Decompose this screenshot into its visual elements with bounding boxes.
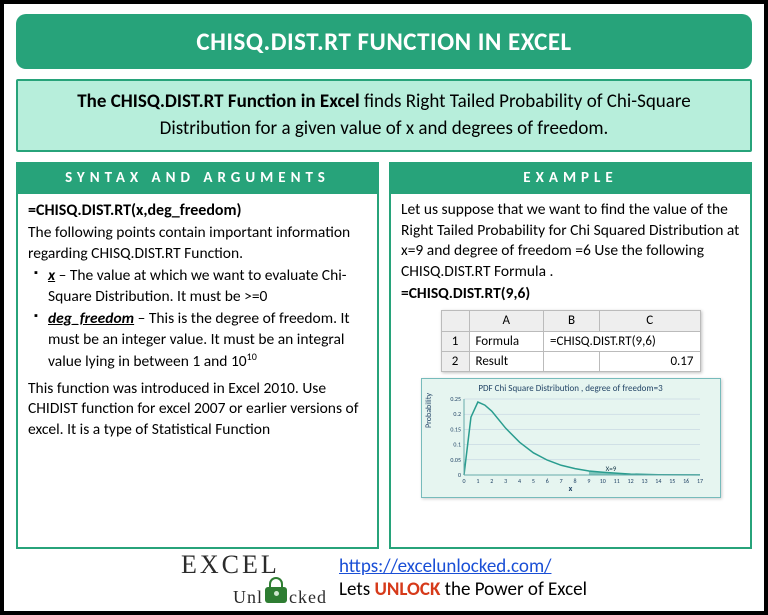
syntax-note: This function was introduced in Excel 20… — [28, 379, 367, 440]
exponent: 10 — [247, 350, 257, 363]
svg-text:0.2: 0.2 — [453, 410, 461, 418]
example-column: EXAMPLE Let us suppose that we want to f… — [389, 162, 752, 549]
cell-b2 — [544, 351, 600, 371]
pdf-chart: PDF Chi Square Distribution , degree of … — [421, 378, 721, 498]
example-header: EXAMPLE — [389, 162, 752, 194]
svg-text:14: 14 — [655, 477, 661, 485]
example-body: Let us suppose that we want to find the … — [389, 194, 752, 549]
footer: EXCEL Unl cked https://excelunlocked.com/… — [16, 553, 752, 605]
row-2-header: 2 — [441, 351, 469, 371]
tagline-pre: Lets — [339, 578, 374, 601]
svg-text:3: 3 — [504, 477, 507, 485]
brand-logo: EXCEL Unl cked — [181, 553, 327, 605]
logo-text-2a: Unl — [233, 587, 263, 607]
col-b-header: B — [544, 311, 600, 331]
svg-text:0: 0 — [462, 477, 465, 485]
chart-svg: 00.050.10.150.20.25012345678910111213141… — [436, 397, 706, 489]
tagline-post: the Power of Excel — [440, 578, 587, 601]
cell-c2: 0.17 — [599, 351, 700, 371]
row-1-header: 1 — [441, 331, 469, 351]
svg-text:4: 4 — [518, 477, 521, 485]
chart-title: PDF Chi Square Distribution , degree of … — [428, 383, 714, 395]
syntax-column: SYNTAX AND ARGUMENTS =CHISQ.DIST.RT(x,de… — [16, 162, 379, 549]
svg-text:13: 13 — [641, 477, 647, 485]
svg-text:7: 7 — [559, 477, 562, 485]
svg-text:0.1: 0.1 — [453, 440, 461, 448]
logo-line2: Unl cked — [233, 577, 327, 605]
chart-ylabel: Probability — [424, 393, 435, 428]
content-columns: SYNTAX AND ARGUMENTS =CHISQ.DIST.RT(x,de… — [16, 162, 752, 549]
svg-text:0.05: 0.05 — [450, 456, 461, 464]
footer-text: https://excelunlocked.com/ Lets UNLOCK t… — [339, 556, 587, 602]
svg-text:16: 16 — [683, 477, 689, 485]
example-description: Let us suppose that we want to find the … — [401, 200, 740, 282]
svg-text:0.25: 0.25 — [450, 397, 461, 403]
svg-text:17: 17 — [696, 477, 702, 485]
svg-text:X=9: X=9 — [605, 464, 616, 473]
cell-b1: =CHISQ.DIST.RT(9,6) — [544, 331, 700, 351]
svg-text:6: 6 — [545, 477, 548, 485]
tagline-unlock: UNLOCK — [374, 578, 440, 601]
svg-text:10: 10 — [599, 477, 605, 485]
svg-text:8: 8 — [573, 477, 576, 485]
col-c-header: C — [599, 311, 700, 331]
svg-text:0.15: 0.15 — [450, 425, 461, 433]
col-a-header: A — [469, 311, 544, 331]
cell-a2: Result — [469, 351, 544, 371]
syntax-formula: =CHISQ.DIST.RT(x,deg_freedom) — [28, 200, 367, 221]
svg-text:11: 11 — [613, 477, 619, 485]
svg-text:12: 12 — [627, 477, 633, 485]
table-corner — [441, 311, 469, 331]
argument-x: x – The value at which we want to evalua… — [32, 266, 367, 307]
lock-icon — [264, 577, 288, 603]
argument-list: x – The value at which we want to evalua… — [28, 266, 367, 372]
svg-text:15: 15 — [669, 477, 675, 485]
svg-text:1: 1 — [476, 477, 479, 485]
svg-text:9: 9 — [587, 477, 590, 485]
svg-text:2: 2 — [490, 477, 493, 485]
logo-text-1a: EXC — [181, 553, 242, 576]
syntax-header: SYNTAX AND ARGUMENTS — [16, 162, 379, 194]
svg-text:0: 0 — [457, 471, 460, 479]
cell-a1: Formula — [469, 331, 544, 351]
example-formula: =CHISQ.DIST.RT(9,6) — [401, 284, 740, 304]
website-link[interactable]: https://excelunlocked.com/ — [339, 555, 551, 578]
page-title: CHISQ.DIST.RT FUNCTION IN EXCEL — [16, 14, 752, 69]
arg-desc-x: – The value at which we want to evaluate… — [48, 266, 347, 305]
chart-xlabel: x — [569, 484, 573, 495]
intro-bold: The CHISQ.DIST.RT Function in Excel — [77, 90, 359, 113]
svg-text:5: 5 — [531, 477, 534, 485]
logo-text-2b: cked — [289, 587, 327, 607]
logo-line1: EXCEL — [181, 553, 280, 576]
excel-result-table: A B C 1 Formula =CHISQ.DIST.RT(9,6) 2 Re… — [441, 310, 701, 371]
intro-description: The CHISQ.DIST.RT Function in Excel find… — [16, 79, 752, 152]
syntax-lead: The following points contain important i… — [28, 223, 367, 264]
argument-deg-freedom: deg_freedom – This is the degree of free… — [32, 309, 367, 373]
logo-text-1b: EL — [242, 553, 280, 576]
syntax-body: =CHISQ.DIST.RT(x,deg_freedom) The follow… — [16, 194, 379, 549]
arg-name-deg: deg_freedom — [48, 309, 134, 328]
